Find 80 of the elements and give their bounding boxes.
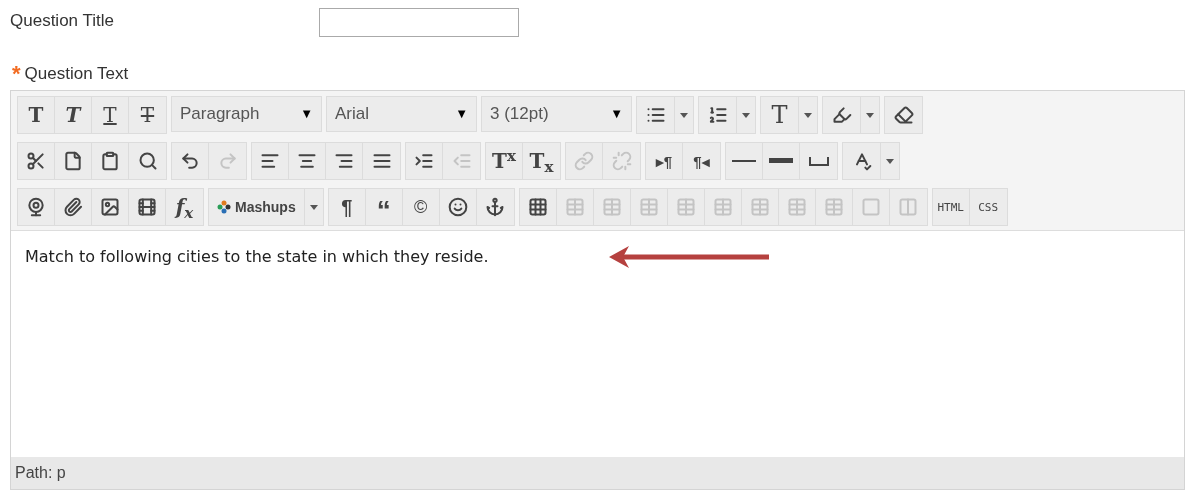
toolbar-button[interactable]: T <box>92 97 129 133</box>
caret-icon <box>866 112 874 118</box>
caret-icon <box>309 204 318 210</box>
unlink-icon <box>611 151 632 171</box>
align-center-icon <box>297 151 317 171</box>
caret-icon <box>742 112 750 118</box>
paperclip-icon <box>63 197 83 217</box>
webcam-icon <box>26 197 46 217</box>
space-icon <box>808 156 829 166</box>
split-button[interactable] <box>636 96 694 134</box>
table-icon <box>786 197 807 217</box>
caret-icon <box>886 158 894 164</box>
dropdown[interactable]: 3 (12pt) ▼ <box>481 96 632 132</box>
film-icon <box>137 197 157 217</box>
cell-icon <box>860 197 881 217</box>
outdent-icon <box>451 151 472 171</box>
toolbar-button[interactable]: T <box>18 97 55 133</box>
caret-icon <box>804 112 812 118</box>
image-icon <box>100 197 120 217</box>
dropdown-value: Paragraph <box>180 103 260 126</box>
indent-icon <box>414 151 434 171</box>
split-button[interactable] <box>698 96 756 134</box>
split-button[interactable]: T <box>760 96 818 134</box>
align-right-icon <box>334 151 354 171</box>
highlighter-icon <box>831 105 852 125</box>
split-button[interactable] <box>822 96 880 134</box>
toolbar-button[interactable]: ▸¶ <box>646 143 683 179</box>
toolbar-button[interactable]: ¶◂ <box>683 143 720 179</box>
split-button[interactable]: Mashups <box>208 188 324 226</box>
align-left-icon <box>260 151 280 171</box>
eraser-icon <box>893 105 914 125</box>
dropdown[interactable]: Paragraph ▼ <box>171 96 322 132</box>
toolbar-button[interactable]: T$^{x}$ <box>486 143 523 179</box>
smiley-icon <box>447 197 468 217</box>
caret-icon: ▼ <box>455 104 468 124</box>
table-icon <box>638 197 659 217</box>
split-button[interactable] <box>842 142 900 180</box>
table-icon <box>527 197 548 217</box>
redo-icon <box>217 151 238 171</box>
caret-icon <box>680 112 688 118</box>
toolbar-button[interactable]: “ <box>365 189 403 225</box>
dropdown[interactable]: Arial ▼ <box>326 96 477 132</box>
toolbar-button[interactable]: T$_{x}$ <box>523 143 560 179</box>
table-icon <box>749 197 770 217</box>
toolbar-button[interactable]: f$_{x}$ <box>166 189 203 225</box>
dropdown-value: 3 (12pt) <box>490 103 549 126</box>
table-icon <box>823 197 844 217</box>
search-icon <box>137 151 158 171</box>
toolbar-button[interactable]: T <box>129 97 166 133</box>
link-icon <box>574 151 594 171</box>
table-icon <box>564 197 585 217</box>
caret-icon: ▼ <box>610 104 623 124</box>
mashups-icon <box>217 200 231 214</box>
table-icon <box>712 197 733 217</box>
scissors-icon <box>26 151 46 171</box>
undo-icon <box>180 151 200 171</box>
toolbar-button[interactable]: T <box>761 97 798 133</box>
mashups-button[interactable]: Mashups <box>209 189 304 225</box>
numbered-list-icon <box>707 105 728 125</box>
code-button[interactable]: HTML <box>932 189 970 225</box>
caret-icon: ▼ <box>300 104 313 124</box>
title-input[interactable] <box>319 8 519 37</box>
page-icon <box>63 151 83 171</box>
table-icon <box>601 197 622 217</box>
align-justify-icon <box>371 151 392 171</box>
toolbar-button[interactable]: ¶ <box>328 189 366 225</box>
field-label: Question Title <box>10 10 115 32</box>
path-text: Path: p <box>15 463 66 483</box>
bullet-list-icon <box>645 105 666 125</box>
field-label: Question Text <box>24 63 129 86</box>
code-button[interactable]: CSS <box>969 189 1007 225</box>
toolbar-button[interactable]: T <box>55 97 92 133</box>
split-cell-icon <box>898 197 919 217</box>
dropdown-value: Arial <box>335 103 369 126</box>
clipboard-icon <box>100 151 120 171</box>
anchor-icon <box>485 197 506 217</box>
table-icon <box>675 197 696 217</box>
question-text: Match to following cities to the state in which they reside. <box>25 247 489 266</box>
toolbar-button[interactable]: © <box>402 189 440 225</box>
required-icon: * <box>12 63 21 85</box>
